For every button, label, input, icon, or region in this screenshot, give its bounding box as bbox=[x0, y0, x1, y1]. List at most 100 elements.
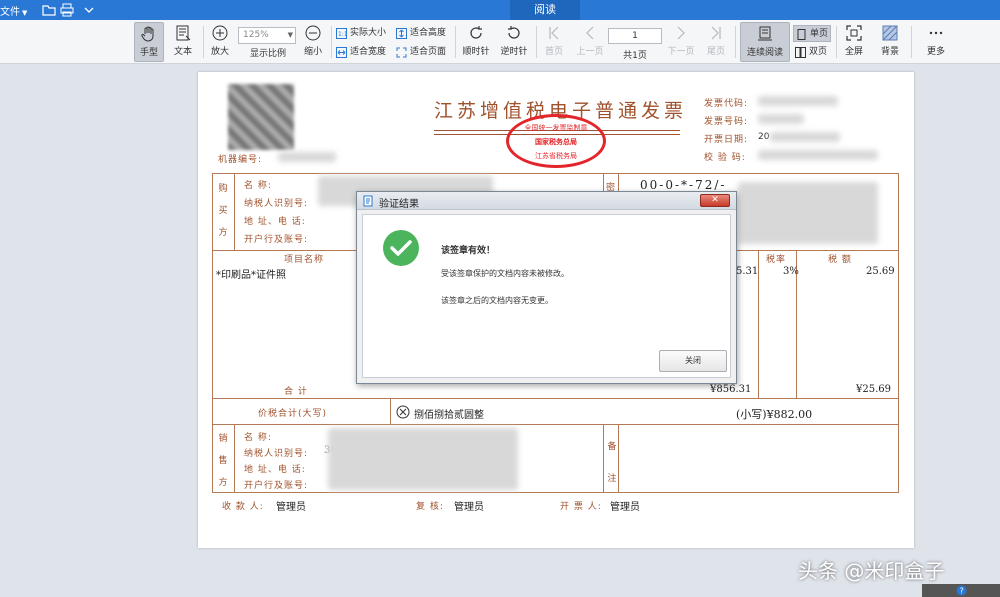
buyer-bank-label: 开户行及账号: bbox=[244, 235, 309, 245]
fit-page-button[interactable]: 适合页面 bbox=[394, 44, 446, 61]
zoom-out-button[interactable]: 缩小 bbox=[300, 22, 326, 62]
drawer-value: 管理员 bbox=[610, 502, 640, 513]
dialog-message-2: 该签章之后的文档内容无变更。 bbox=[441, 296, 553, 305]
close-button[interactable]: 关闭 bbox=[659, 350, 727, 372]
next-page-button[interactable]: 下一页 bbox=[664, 22, 698, 62]
tab-read[interactable]: 阅读 bbox=[510, 0, 580, 20]
grand-total-small: (小写)¥882.00 bbox=[736, 408, 813, 421]
rotate-ccw-icon bbox=[508, 26, 520, 39]
redacted-value bbox=[738, 182, 878, 244]
grand-total-label: 价税合计(大写) bbox=[258, 409, 328, 419]
background-icon bbox=[882, 25, 898, 41]
machine-number-label: 机器编号: bbox=[218, 155, 263, 165]
dialog-title: 验证结果 bbox=[379, 199, 419, 210]
fit-height-button[interactable]: 适合高度 bbox=[394, 25, 446, 42]
page-number-input[interactable]: 1 bbox=[608, 28, 662, 44]
last-page-button[interactable]: 尾页 bbox=[702, 22, 730, 62]
reviewer-label: 复 核: bbox=[416, 502, 444, 512]
text-tool-button[interactable]: 文本 bbox=[168, 22, 198, 62]
invoice-date-value: 20 bbox=[758, 132, 770, 142]
rotate-counterclockwise-button[interactable]: 逆时针 bbox=[497, 22, 531, 62]
separator bbox=[836, 26, 837, 58]
background-button[interactable]: 背景 bbox=[874, 22, 906, 62]
buyer-address-label: 地 址、电 话: bbox=[244, 217, 306, 227]
folder-icon[interactable] bbox=[42, 3, 56, 17]
buyer-name-label: 名 称: bbox=[244, 181, 272, 191]
continuous-read-icon bbox=[758, 26, 772, 41]
seller-bank-label: 开户行及账号: bbox=[244, 481, 309, 491]
single-page-icon bbox=[797, 29, 806, 40]
zoom-in-button[interactable]: 放大 bbox=[207, 22, 233, 62]
tax-seal: 全国统一发票监制章 国家税务总局 江苏省税务局 bbox=[506, 114, 606, 168]
fit-height-icon bbox=[396, 28, 407, 39]
file-menu[interactable]: 文件 ▼ bbox=[0, 3, 27, 18]
separator bbox=[203, 26, 204, 58]
grand-total-words: 捌佰捌拾贰圆整 bbox=[414, 410, 484, 421]
quick-access-dropdown-icon[interactable] bbox=[82, 3, 96, 17]
redacted-value bbox=[758, 114, 804, 124]
separator bbox=[331, 26, 332, 58]
dialog-close-button[interactable]: ✕ bbox=[700, 194, 730, 207]
dialog-title-bar[interactable]: 验证结果 ✕ bbox=[357, 192, 736, 210]
actual-size-button[interactable]: 1:1 实际大小 bbox=[334, 25, 386, 42]
separator bbox=[455, 26, 456, 58]
seller-address-label: 地 址、电 话: bbox=[244, 465, 306, 475]
rotate-clockwise-button[interactable]: 顺时针 bbox=[459, 22, 493, 62]
double-page-button[interactable]: 双页 bbox=[793, 44, 827, 61]
system-tray: ? bbox=[922, 584, 1000, 597]
chevron-left-icon bbox=[586, 26, 594, 40]
svg-text:?: ? bbox=[960, 587, 964, 596]
svg-text:1:1: 1:1 bbox=[338, 31, 347, 38]
first-page-button[interactable]: 首页 bbox=[540, 22, 568, 62]
cipher-code: 00-0-*-72/- bbox=[640, 178, 727, 192]
seller-name-label: 名 称: bbox=[244, 433, 272, 443]
hand-tool-button[interactable]: 手型 bbox=[134, 22, 164, 62]
reviewer-value: 管理员 bbox=[454, 502, 484, 513]
redacted-value bbox=[328, 428, 518, 490]
fit-width-button[interactable]: 适合宽度 bbox=[334, 44, 386, 61]
buyer-tax-id-label: 纳税人识别号: bbox=[244, 199, 309, 209]
print-icon[interactable] bbox=[60, 3, 74, 17]
close-icon: ✕ bbox=[711, 195, 719, 205]
item-name: *印刷品*证件照 bbox=[216, 270, 286, 281]
fit-width-icon bbox=[336, 47, 347, 58]
dialog-message-1: 受该签章保护的文档内容未被修改。 bbox=[441, 269, 569, 278]
fit-page-icon bbox=[396, 47, 407, 58]
separator bbox=[911, 26, 912, 58]
fullscreen-button[interactable]: 全屏 bbox=[840, 22, 868, 62]
seller-side-label: 销 售 方 bbox=[218, 434, 228, 488]
previous-page-button[interactable]: 上一页 bbox=[573, 22, 607, 62]
plus-circle-icon bbox=[212, 25, 228, 41]
check-code-label: 校 验 码: bbox=[704, 153, 746, 163]
redacted-value bbox=[758, 96, 838, 106]
tax-amount-value: 25.69 bbox=[866, 266, 895, 277]
fullscreen-icon bbox=[846, 25, 862, 41]
qr-code bbox=[228, 84, 294, 150]
double-page-icon bbox=[795, 47, 806, 58]
minus-circle-icon bbox=[305, 25, 321, 41]
last-page-icon bbox=[711, 26, 721, 40]
dialog-headline: 该签章有效！ bbox=[441, 246, 496, 256]
toolbar: 手型 文本 放大 125% ▼ 显示比例 缩小 1:1 实际大小 适合宽度 适合… bbox=[0, 20, 1000, 64]
title-bar: 文件 ▼ 阅读 bbox=[0, 0, 1000, 20]
payee-label: 收 款 人: bbox=[222, 502, 264, 512]
single-page-button[interactable]: 单页 bbox=[793, 25, 831, 42]
zoom-select[interactable]: 125% ▼ bbox=[238, 27, 296, 44]
tax-rate-value: 3% bbox=[783, 266, 799, 277]
chevron-down-icon: ▼ bbox=[287, 31, 293, 39]
redacted-value bbox=[758, 150, 878, 160]
invoice-code-label: 发票代码: bbox=[704, 99, 749, 109]
invoice-number-label: 发票号码: bbox=[704, 117, 749, 127]
more-button[interactable]: 更多 bbox=[918, 22, 954, 62]
total-tax: ¥25.69 bbox=[856, 384, 891, 395]
display-ratio-label: 显示比例 bbox=[249, 49, 286, 59]
separator bbox=[536, 26, 537, 58]
amount-value: 5.31 bbox=[736, 266, 759, 277]
watermark: 头条 @米印盒子 bbox=[798, 559, 945, 583]
verification-dialog: 验证结果 ✕ 该签章有效！ 受该签章保护的文档内容未被修改。 该签章之后的文档内… bbox=[356, 191, 737, 384]
help-icon[interactable]: ? bbox=[956, 585, 967, 596]
separator bbox=[735, 26, 736, 58]
dialog-body: 该签章有效！ 受该签章保护的文档内容未被修改。 该签章之后的文档内容无变更。 关… bbox=[362, 214, 731, 378]
drawer-label: 开 票 人: bbox=[560, 502, 602, 512]
continuous-read-button[interactable]: 连续阅读 bbox=[740, 22, 790, 62]
